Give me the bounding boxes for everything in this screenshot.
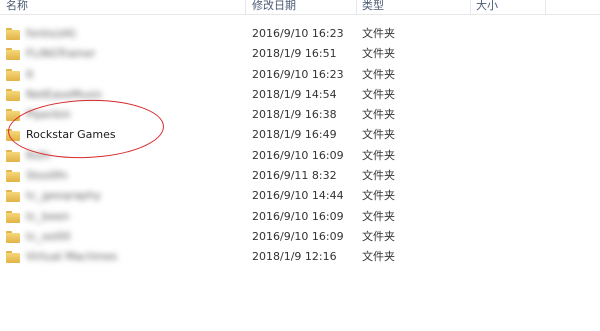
column-divider[interactable] — [545, 0, 546, 14]
file-row[interactable]: NetEaseMusic 2018/1/9 14:54 文件夹 — [0, 85, 600, 105]
folder-icon — [6, 68, 20, 81]
file-type: 文件夹 — [362, 108, 395, 121]
file-type: 文件夹 — [362, 68, 395, 81]
column-header-size[interactable]: 大小 — [476, 0, 498, 14]
file-name: Virtual Machines — [26, 250, 118, 263]
folder-icon — [6, 128, 20, 141]
file-name: tc_geoqraphy — [26, 189, 102, 202]
file-name: It — [26, 68, 34, 81]
column-header-bar: 名称 修改日期 类型 大小 — [0, 0, 600, 15]
file-type: 文件夹 — [362, 189, 395, 202]
file-name: Rsfn — [26, 149, 51, 162]
file-modified-date: 2016/9/10 16:09 — [252, 149, 344, 162]
folder-icon — [6, 88, 20, 101]
column-divider[interactable] — [245, 0, 246, 14]
file-row[interactable]: Rsfn 2016/9/10 16:09 文件夹 — [0, 146, 600, 166]
column-divider[interactable] — [470, 0, 471, 14]
file-type: 文件夹 — [362, 250, 395, 263]
file-type: 文件夹 — [362, 210, 395, 223]
file-modified-date: 2018/1/9 16:38 — [252, 108, 337, 121]
file-type: 文件夹 — [362, 27, 395, 40]
file-modified-date: 2016/9/10 16:09 — [252, 230, 344, 243]
folder-icon — [6, 149, 20, 162]
file-row[interactable]: tc_been 2016/9/10 16:09 文件夹 — [0, 207, 600, 227]
file-row[interactable]: fonts(d4) 2016/9/10 16:23 文件夹 — [0, 24, 600, 44]
file-name: fonts(d4) — [26, 27, 77, 40]
column-header-name[interactable]: 名称 — [6, 0, 28, 14]
file-row[interactable]: FLiNGTrainer 2018/1/9 16:51 文件夹 — [0, 44, 600, 64]
file-modified-date: 2016/9/11 8:32 — [252, 169, 337, 182]
file-row[interactable]: Piperbin 2018/1/9 16:38 文件夹 — [0, 105, 600, 125]
file-row[interactable]: tc_geoqraphy 2016/9/10 14:44 文件夹 — [0, 186, 600, 206]
file-row[interactable]: tc_oolllll 2016/9/10 16:09 文件夹 — [0, 227, 600, 247]
file-name: Rockstar Games — [26, 128, 116, 141]
file-type: 文件夹 — [362, 128, 395, 141]
file-type: 文件夹 — [362, 230, 395, 243]
file-name: tc_been — [26, 210, 70, 223]
file-name: tc_oolllll — [26, 230, 71, 243]
file-type: 文件夹 — [362, 169, 395, 182]
file-modified-date: 2016/9/10 16:23 — [252, 27, 344, 40]
folder-icon — [6, 230, 20, 243]
file-row[interactable]: Rockstar Games 2018/1/9 16:49 文件夹 — [0, 125, 600, 145]
file-modified-date: 2016/9/10 14:44 — [252, 189, 344, 202]
file-modified-date: 2018/1/9 14:54 — [252, 88, 337, 101]
column-divider[interactable] — [356, 0, 357, 14]
folder-icon — [6, 250, 20, 263]
file-type: 文件夹 — [362, 47, 395, 60]
folder-icon — [6, 47, 20, 60]
folder-icon — [6, 189, 20, 202]
folder-icon — [6, 210, 20, 223]
file-modified-date: 2018/1/9 16:51 — [252, 47, 337, 60]
column-header-date[interactable]: 修改日期 — [252, 0, 296, 14]
folder-icon — [6, 108, 20, 121]
file-type: 文件夹 — [362, 149, 395, 162]
file-name: FLiNGTrainer — [26, 47, 96, 60]
file-row[interactable]: Stos0fn 2016/9/11 8:32 文件夹 — [0, 166, 600, 186]
file-modified-date: 2016/9/10 16:23 — [252, 68, 344, 81]
file-row[interactable]: It 2016/9/10 16:23 文件夹 — [0, 65, 600, 85]
file-name: NetEaseMusic — [26, 88, 103, 101]
file-type: 文件夹 — [362, 88, 395, 101]
file-modified-date: 2016/9/10 16:09 — [252, 210, 344, 223]
column-header-type[interactable]: 类型 — [362, 0, 384, 14]
folder-icon — [6, 169, 20, 182]
file-modified-date: 2018/1/9 12:16 — [252, 250, 337, 263]
file-modified-date: 2018/1/9 16:49 — [252, 128, 337, 141]
folder-icon — [6, 27, 20, 40]
file-name: Piperbin — [26, 108, 71, 121]
file-name: Stos0fn — [26, 169, 68, 182]
file-row[interactable]: Virtual Machines 2018/1/9 12:16 文件夹 — [0, 247, 600, 267]
